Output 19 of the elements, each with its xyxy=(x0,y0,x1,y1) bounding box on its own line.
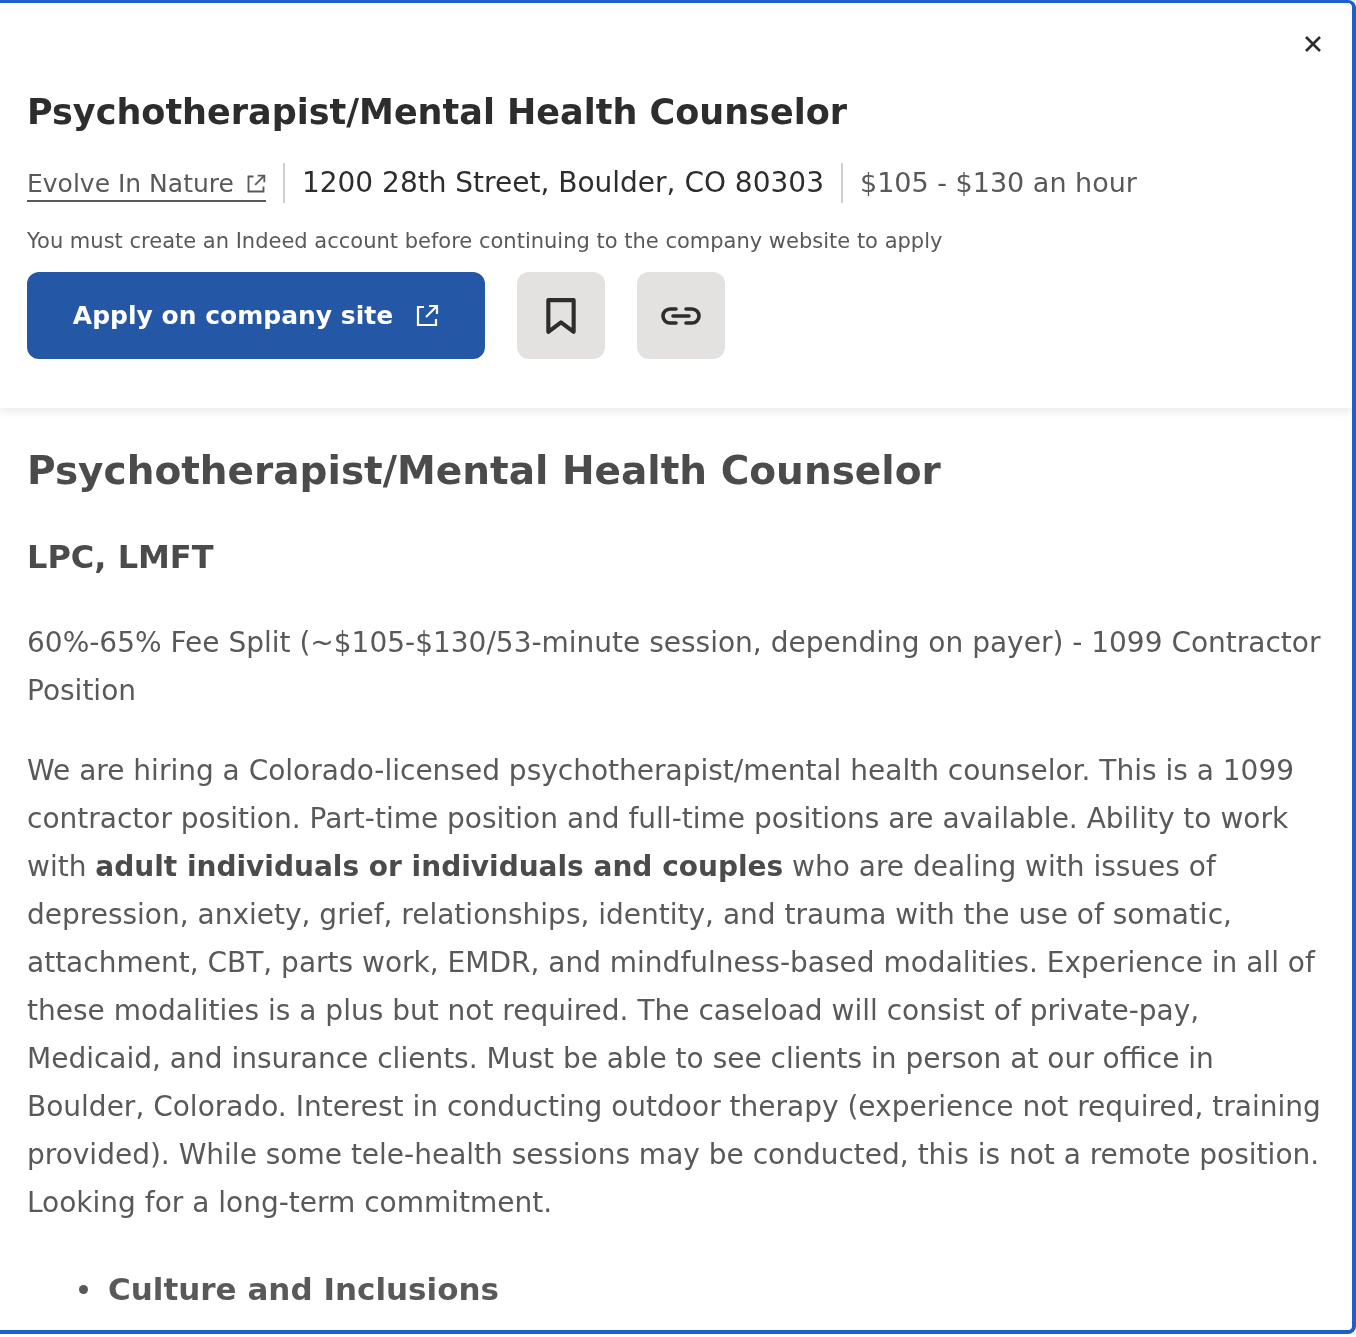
external-link-icon xyxy=(245,174,266,194)
close-icon xyxy=(1305,36,1321,52)
copy-link-button[interactable] xyxy=(637,272,725,359)
apply-button[interactable]: Apply on company site xyxy=(27,272,485,359)
external-link-icon xyxy=(415,303,440,328)
bookmark-icon xyxy=(545,296,577,335)
description-subtitle: LPC, LMFT xyxy=(27,537,215,578)
description-title: Psychotherapist/Mental Health Counselor xyxy=(27,447,942,495)
description-paragraph: 60%-65% Fee Split (~$105-$130/53-minute session, depending on payer) - 1099 Contractor Position xyxy=(27,625,1322,709)
account-notice: You must create an Indeed account before continuing to the company website to apply xyxy=(27,228,944,255)
save-button[interactable] xyxy=(517,272,605,359)
job-title: Psychotherapist/Mental Health Counselor xyxy=(27,91,848,134)
job-location: 1200 28th Street, Boulder, CO 80303 xyxy=(301,165,824,201)
bullet-icon xyxy=(79,1284,88,1294)
company-link[interactable]: Evolve In Nature xyxy=(27,164,266,202)
bullet-heading: Culture and Inclusions xyxy=(108,1270,499,1309)
description-paragraph: We are hiring a Colorado-licensed psychotherapist/mental health counselor. This is a 1099 contractor position. Part-time position and full-time positions are available. Ability to work with adult individuals or individuals and couples who are dealing with issues of depression, anxiety, grief, relationships, identity, and trauma with the use of somatic, attachment, CBT, parts work, EMDR, and mindfulness-based modalities. Experience in all of these modalities is a plus but not required. The caseload will consist of private-pay, Medicaid, and insurance clients. Must be able to see clients in person at our office in Boulder, Colorado. Interest in conducting outdoor therapy (experience not required, training provided). While some tele-health sessions may be conducted, this is not a remote position. Looking for a long-term commitment. xyxy=(27,753,1322,1221)
link-icon xyxy=(661,305,701,326)
salary-range: $105 - $130 an hour xyxy=(859,166,1137,200)
